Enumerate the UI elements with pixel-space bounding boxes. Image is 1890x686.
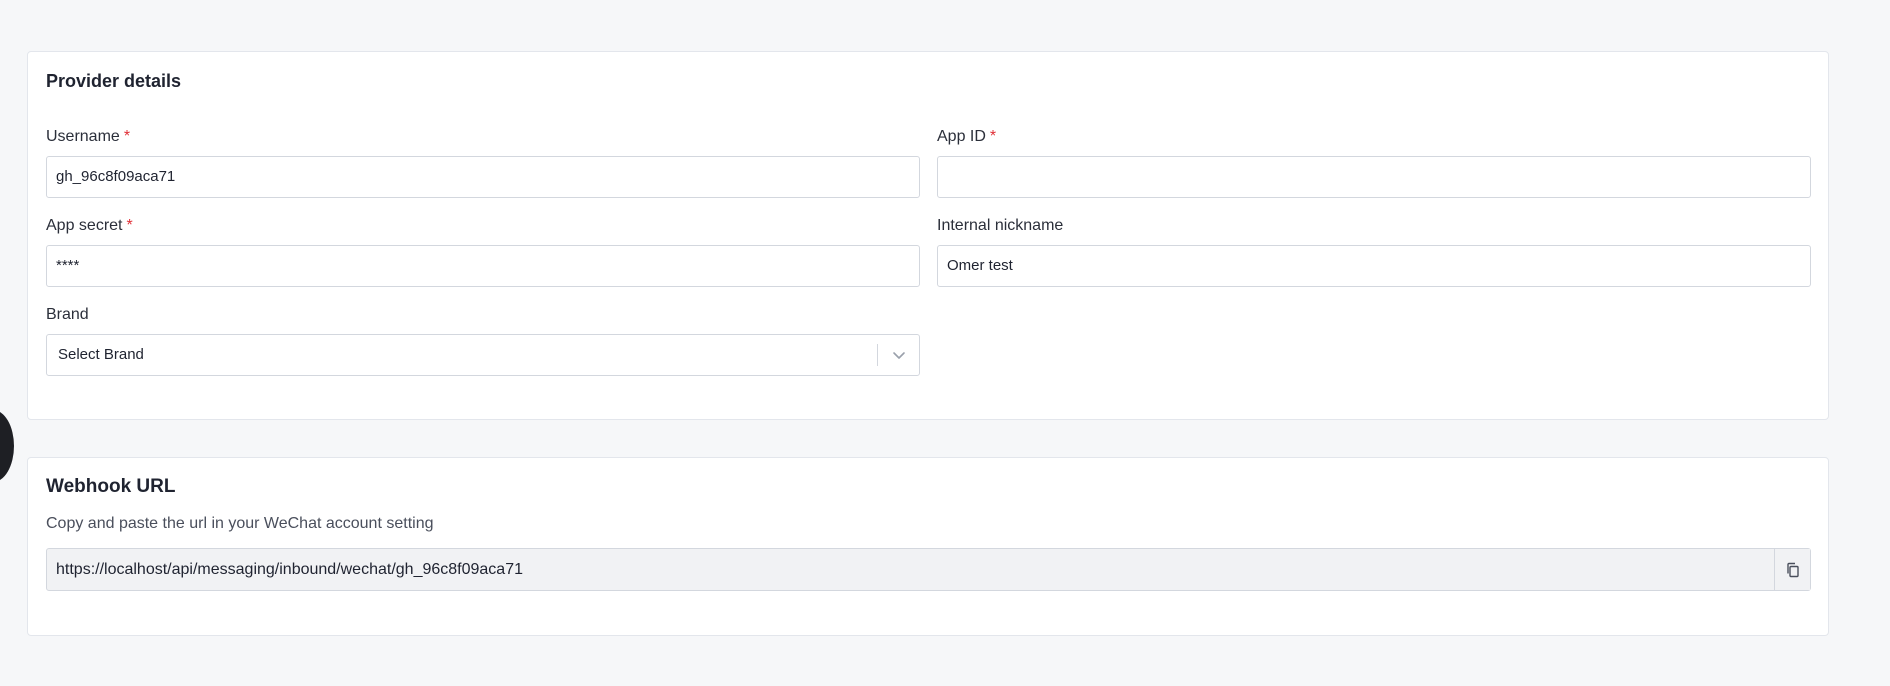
required-mark: *: [126, 217, 133, 234]
username-field-group: Username * gh_96c8f09aca71: [46, 127, 920, 198]
username-label: Username *: [46, 128, 131, 145]
required-mark: *: [123, 128, 131, 145]
webhook-url-field[interactable]: https://localhost/api/messaging/inbound/…: [46, 548, 1811, 591]
brand-select-placeholder: Select Brand: [58, 346, 144, 363]
internal-nickname-input[interactable]: Omer test: [937, 245, 1811, 287]
chevron-down-icon[interactable]: [891, 347, 907, 363]
copy-icon: [1786, 562, 1799, 577]
brand-field-group: Brand Select Brand: [46, 305, 920, 376]
page: Provider details Username * gh_96c8f09aca…: [0, 0, 1890, 686]
floating-toggle-button[interactable]: [0, 410, 14, 482]
internal-nickname-label: Internal nickname: [937, 217, 1064, 234]
app-id-label: App ID *: [937, 128, 997, 145]
copy-url-button[interactable]: [1774, 549, 1810, 590]
provider-details-card: Provider details Username * gh_96c8f09aca…: [27, 51, 1829, 420]
app-id-input[interactable]: [937, 156, 1811, 198]
app-secret-field-group: App secret * ****: [46, 216, 920, 287]
internal-nickname-field-group: Internal nickname Omer test: [937, 216, 1811, 287]
username-input[interactable]: gh_96c8f09aca71: [46, 156, 920, 198]
app-secret-label: App secret *: [46, 217, 133, 234]
brand-label: Brand: [46, 306, 89, 323]
brand-select[interactable]: Select Brand: [46, 334, 920, 376]
required-mark: *: [989, 128, 997, 145]
app-id-field-group: App ID *: [937, 127, 1811, 198]
webhook-url-title: Webhook URL: [46, 476, 176, 497]
webhook-url-text: https://localhost/api/messaging/inbound/…: [56, 561, 523, 578]
provider-details-title: Provider details: [46, 71, 182, 91]
app-secret-input[interactable]: ****: [46, 245, 920, 287]
select-separator: [877, 344, 878, 366]
webhook-url-card: Webhook URL Copy and paste the url in yo…: [27, 457, 1829, 636]
webhook-url-description: Copy and paste the url in your WeChat ac…: [46, 515, 434, 532]
